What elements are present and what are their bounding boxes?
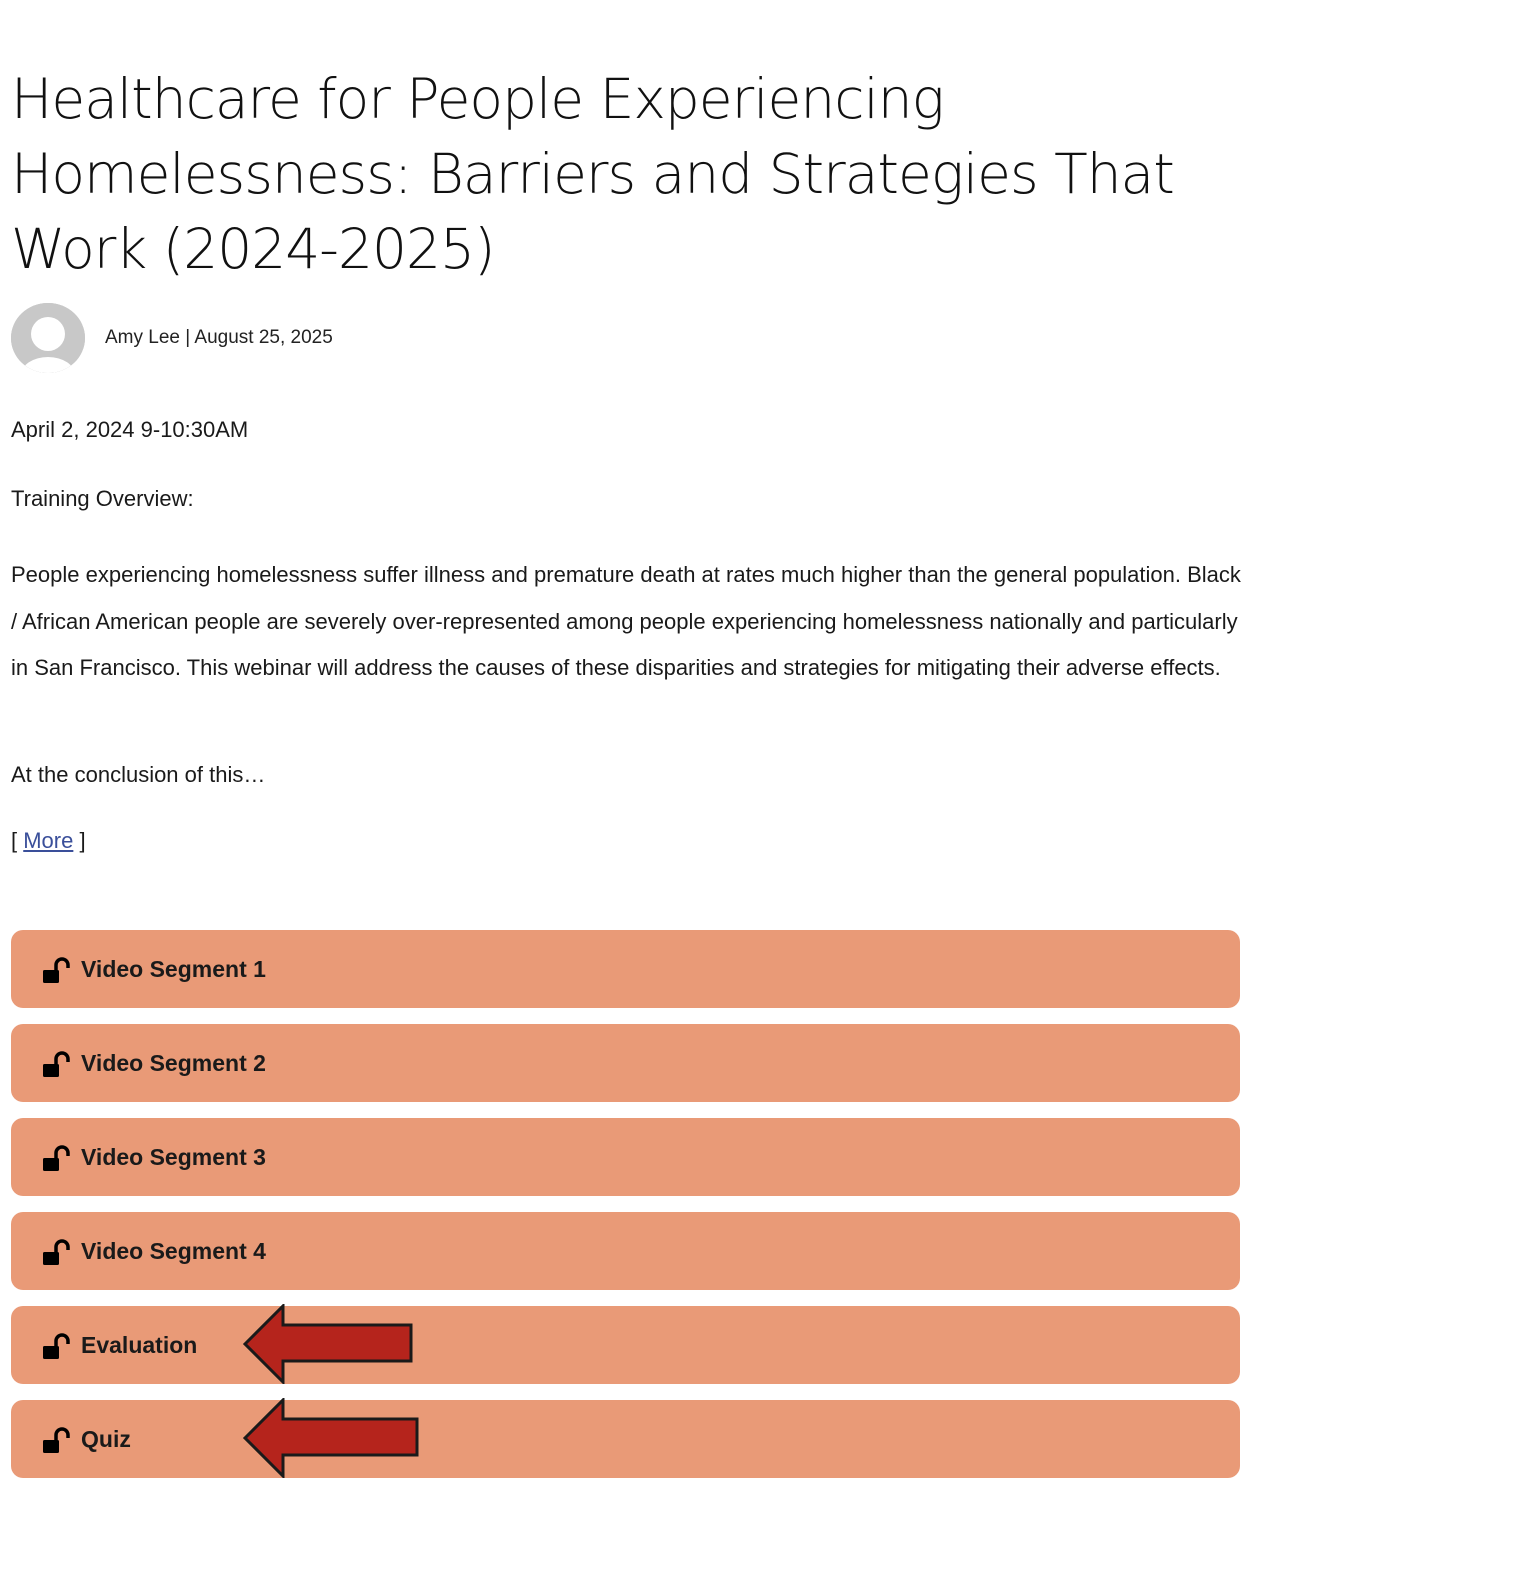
unlock-icon xyxy=(43,1239,70,1265)
red-arrow-pointer-icon xyxy=(243,1304,413,1384)
segment-label: Video Segment 1 xyxy=(81,955,266,982)
page-title: Healthcare for People Experiencing Homel… xyxy=(11,67,1175,281)
conclusion-excerpt: At the conclusion of this… xyxy=(11,762,266,787)
bracket-close: ] xyxy=(73,828,86,853)
more-link-wrapper: [ More ] xyxy=(11,828,86,854)
segment-label: Video Segment 4 xyxy=(81,1237,266,1264)
user-silhouette-icon xyxy=(11,303,85,373)
quiz-button[interactable]: Quiz xyxy=(11,1398,1240,1478)
unlock-icon xyxy=(43,1427,70,1453)
segment-label: Quiz xyxy=(81,1425,131,1452)
training-description: People experiencing homelessness suffer … xyxy=(11,562,1241,680)
segment-label: Evaluation xyxy=(81,1331,198,1358)
evaluation-button[interactable]: Evaluation xyxy=(11,1304,1240,1384)
video-segment-2-button[interactable]: Video Segment 2 xyxy=(11,1024,1240,1102)
avatar xyxy=(11,303,85,373)
red-arrow-pointer-icon xyxy=(243,1398,419,1478)
bracket-open: [ xyxy=(11,828,24,853)
unlock-icon xyxy=(43,1051,70,1077)
video-segment-4-button[interactable]: Video Segment 4 xyxy=(11,1212,1240,1290)
author-date-text: Amy Lee | August 25, 2025 xyxy=(105,327,333,348)
segment-label: Video Segment 3 xyxy=(81,1143,266,1170)
segment-list: Video Segment 1 Video Segment 2 Video Se… xyxy=(11,930,1240,1494)
unlock-icon xyxy=(43,1333,70,1359)
unlock-icon xyxy=(43,1145,70,1171)
segment-label: Video Segment 2 xyxy=(81,1049,266,1076)
event-date: April 2, 2024 9-10:30AM xyxy=(11,417,249,442)
unlock-icon xyxy=(43,957,70,983)
more-link[interactable]: More xyxy=(23,828,73,853)
overview-heading: Training Overview: xyxy=(11,486,194,511)
video-segment-3-button[interactable]: Video Segment 3 xyxy=(11,1118,1240,1196)
author-byline: Amy Lee | August 25, 2025 xyxy=(11,303,333,373)
video-segment-1-button[interactable]: Video Segment 1 xyxy=(11,930,1240,1008)
